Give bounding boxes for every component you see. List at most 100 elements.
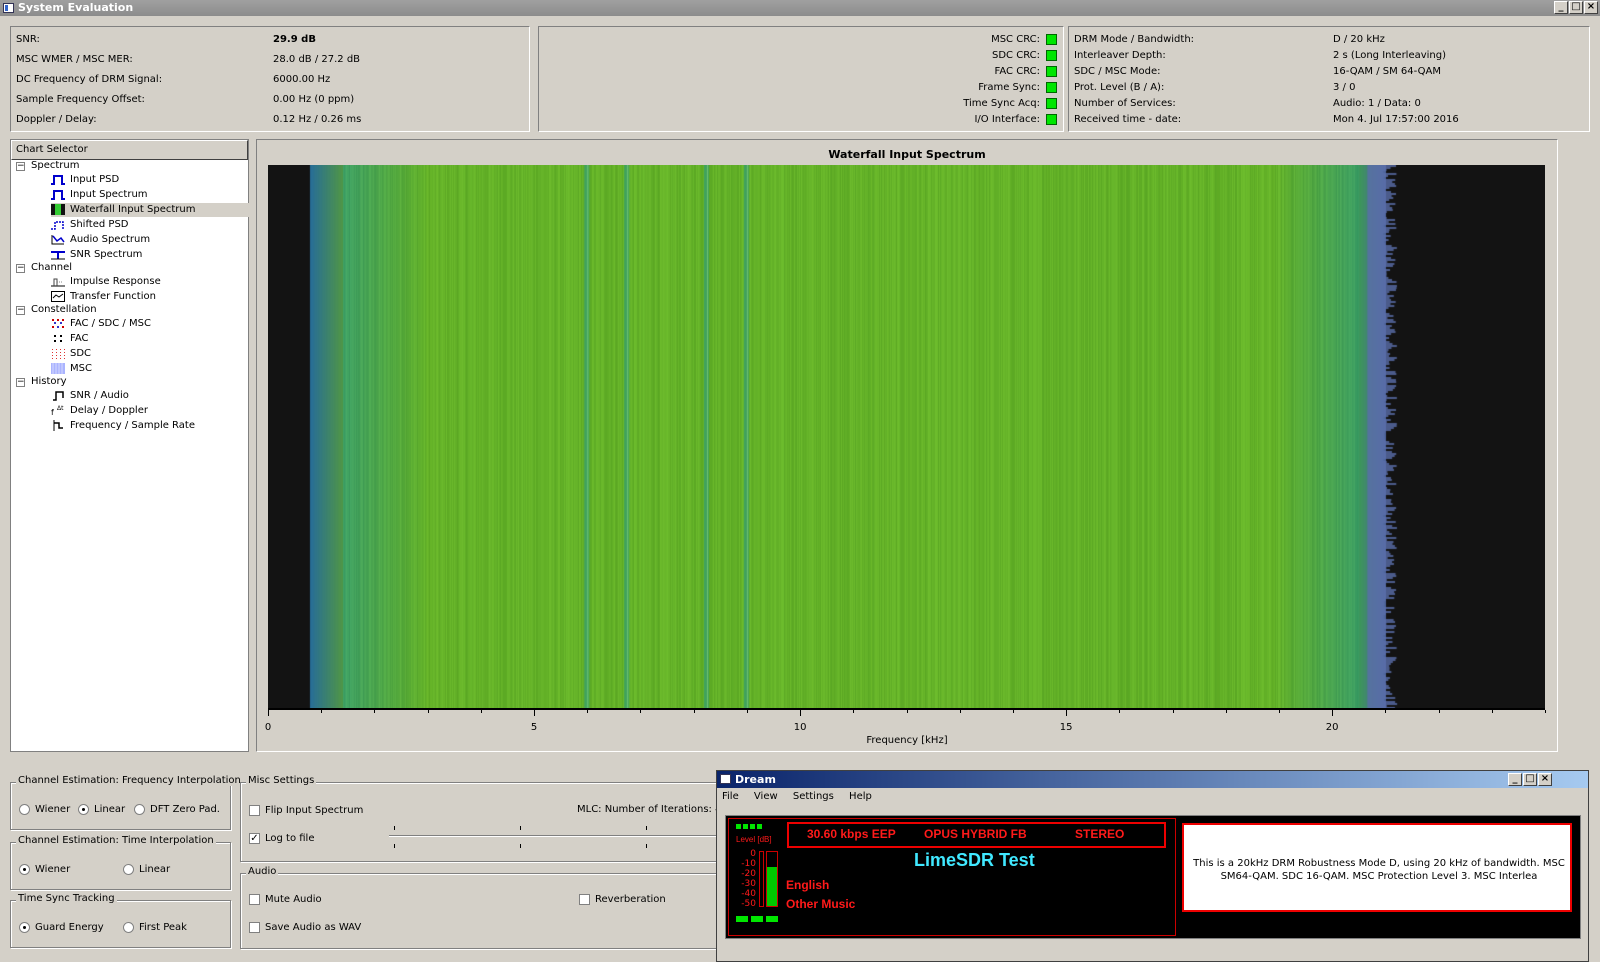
tree-item-label: Audio Spectrum <box>70 234 151 245</box>
tree-group-history[interactable]: History <box>31 375 67 389</box>
mute-audio-checkbox[interactable]: Mute Audio <box>249 893 322 907</box>
time-sync-title: Time Sync Tracking <box>16 893 117 904</box>
dream-window[interactable]: Dream _ □ × File View Settings Help Leve… <box>716 770 1589 962</box>
save-wav-checkbox[interactable]: Save Audio as WAV <box>249 921 361 935</box>
menu-help[interactable]: Help <box>849 791 872 802</box>
x-minor-tick <box>853 710 855 713</box>
tree-group-channel[interactable]: Channel <box>31 261 72 275</box>
tree-item-label: SDC <box>70 348 92 359</box>
level-tick: -40 <box>741 889 756 899</box>
x-minor-tick <box>1012 710 1014 713</box>
level-tick: -20 <box>741 869 756 879</box>
reverberation-checkbox[interactable]: Reverberation <box>579 893 666 907</box>
tree-item-fac-sdc-msc[interactable]: FAC / SDC / MSC <box>51 317 151 331</box>
x-minor-tick <box>534 710 536 716</box>
signal-panel: SNR: 29.9 dB MSC WMER / MSC MER: 28.0 dB /… <box>10 26 530 132</box>
chart-selector-header[interactable]: Chart Selector <box>11 140 248 160</box>
tree-item-shifted-psd[interactable]: Shifted PSD <box>51 218 129 232</box>
log-to-file-checkbox[interactable]: ✓ Log to file <box>249 832 315 846</box>
time-interp-linear-radio[interactable]: Linear <box>123 863 170 877</box>
x-minor-tick <box>1066 710 1068 716</box>
tree-group-constellation[interactable]: Constellation <box>31 303 97 317</box>
slider-tick <box>646 826 647 830</box>
check-icon: ✓ <box>249 832 260 844</box>
checkbox-label: Flip Input Spectrum <box>265 805 364 816</box>
tree-item-delay-doppler[interactable]: f Δt Delay / Doppler <box>51 404 148 418</box>
dream-titlebar[interactable]: Dream _ □ × <box>717 771 1588 788</box>
prot-level-value: 3 / 0 <box>1333 82 1356 93</box>
bitrate-label: 30.60 kbps EEP <box>807 827 896 841</box>
spectrum-icon <box>51 189 65 200</box>
x-minor-tick <box>1438 710 1440 713</box>
tree-item-msc[interactable]: MSC <box>51 362 92 376</box>
x-tick-label: 5 <box>530 722 538 733</box>
menu-settings[interactable]: Settings <box>793 791 834 802</box>
radio-icon <box>19 921 30 933</box>
close-button[interactable]: × <box>1584 1 1598 14</box>
meter-bar <box>751 916 763 922</box>
frame-sync-led <box>1046 81 1057 93</box>
constellation-expander[interactable]: − <box>16 306 25 315</box>
tree-item-sdc[interactable]: SDC <box>51 347 91 361</box>
checkbox-label: Log to file <box>265 833 315 844</box>
tree-item-input-psd[interactable]: Input PSD <box>51 173 119 187</box>
menu-view[interactable]: View <box>754 791 778 802</box>
freq-sample-icon <box>53 419 63 431</box>
tree-group-spectrum[interactable]: Spectrum <box>31 159 79 173</box>
mer-value: 28.0 dB / 27.2 dB <box>273 54 361 65</box>
x-minor-tick <box>1225 710 1227 713</box>
tree-item-audio-spectrum[interactable]: Audio Spectrum <box>51 233 150 247</box>
x-minor-tick <box>1332 710 1334 716</box>
time-interp-wiener-radio[interactable]: Wiener <box>19 863 70 877</box>
radio-icon <box>123 921 134 933</box>
tree-item-label: Delay / Doppler <box>70 405 148 416</box>
io-interface-led <box>1046 113 1057 125</box>
tree-item-fac[interactable]: FAC <box>51 332 88 346</box>
mlc-iterations-label: MLC: Number of Iterations: 4 <box>577 804 722 815</box>
history-expander[interactable]: − <box>16 378 25 387</box>
freq-interp-linear-radio[interactable]: Linear <box>78 803 125 817</box>
mode-panel: DRM Mode / Bandwidth: D / 20 kHz Interlea… <box>1068 26 1590 132</box>
tree-item-waterfall[interactable]: Waterfall Input Spectrum <box>51 203 249 217</box>
snr-spectrum-icon <box>51 250 65 259</box>
time-sync-first-peak-radio[interactable]: First Peak <box>123 921 187 935</box>
tree-item-input-spectrum[interactable]: Input Spectrum <box>51 188 148 202</box>
freq-interp-wiener-radio[interactable]: Wiener <box>19 803 70 817</box>
checkbox-icon <box>249 893 260 905</box>
sdc-crc-led <box>1046 49 1057 61</box>
stereo-label: STEREO <box>1075 827 1125 841</box>
drm-mode-label: DRM Mode / Bandwidth: <box>1074 34 1195 45</box>
dream-maximize-button[interactable]: □ <box>1523 773 1537 786</box>
menu-file[interactable]: File <box>722 791 739 802</box>
radio-label: Wiener <box>35 864 71 875</box>
maximize-button[interactable]: □ <box>1569 1 1583 14</box>
time-sync-guard-radio[interactable]: Guard Energy <box>19 921 104 935</box>
tree-item-impulse-response[interactable]: Impulse Response <box>51 275 161 289</box>
slider-tick <box>520 844 521 848</box>
dream-close-button[interactable]: × <box>1538 773 1552 786</box>
x-minor-tick <box>959 710 961 713</box>
window-titlebar[interactable]: System Evaluation _ □ × <box>0 0 1600 16</box>
chart-selector[interactable]: Chart Selector − Spectrum Input PSD Inpu… <box>10 139 249 752</box>
radio-label: Linear <box>94 804 126 815</box>
mlc-slider[interactable] <box>389 835 719 837</box>
tree-item-frequency-sample-rate[interactable]: Frequency / Sample Rate <box>51 419 195 433</box>
minimize-button[interactable]: _ <box>1554 1 1568 14</box>
dream-minimize-button[interactable]: _ <box>1508 773 1522 786</box>
freq-interp-dft-radio[interactable]: DFT Zero Pad. <box>134 803 220 817</box>
radio-icon <box>19 863 30 875</box>
tree-item-label: MSC <box>70 363 92 374</box>
misc-settings-title: Misc Settings <box>246 775 317 786</box>
tree-item-label: Input Spectrum <box>70 189 148 200</box>
tree-item-snr-audio[interactable]: SNR / Audio <box>51 389 129 403</box>
tree-item-transfer-function[interactable]: Transfer Function <box>51 290 156 304</box>
flip-spectrum-checkbox[interactable]: Flip Input Spectrum <box>249 804 363 818</box>
channel-expander[interactable]: − <box>16 264 25 273</box>
dream-display: Level [dB] 0 -10 -20 -30 -40 -50 30.60 k… <box>725 815 1581 939</box>
waterfall-plot[interactable] <box>268 165 1545 708</box>
tree-item-snr-spectrum[interactable]: SNR Spectrum <box>51 248 142 262</box>
dc-freq-label: DC Frequency of DRM Signal: <box>16 74 163 85</box>
level-tick: -10 <box>741 859 756 869</box>
doppler-value: 0.12 Hz / 0.26 ms <box>273 114 362 125</box>
spectrum-expander[interactable]: − <box>16 162 25 171</box>
